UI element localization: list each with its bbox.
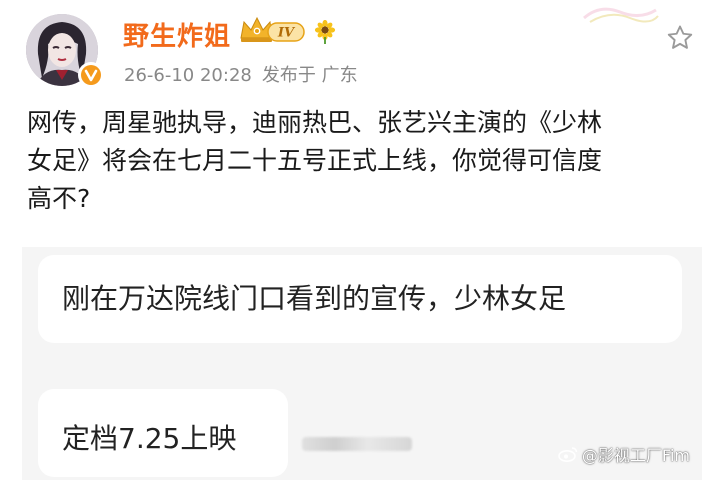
sunflower-icon bbox=[314, 20, 336, 44]
weibo-post: 野生炸姐 IV 26-6-10 20:28 发布于 广东 网传，周星驰执导，迪丽… bbox=[0, 0, 720, 480]
weibo-logo-icon bbox=[558, 447, 578, 462]
verified-badge bbox=[78, 62, 104, 88]
watermark-text: @影视工厂Fim bbox=[581, 446, 690, 465]
level-badge-label: IV bbox=[277, 26, 296, 41]
decoration-graphic bbox=[583, 7, 659, 23]
vip-level-badge-icon: IV bbox=[240, 16, 305, 42]
chat-bubble: 定档7.25上映 bbox=[38, 389, 288, 477]
post-timestamp: 26-6-10 20:28 bbox=[124, 65, 252, 86]
watermark: @影视工厂Fim bbox=[558, 442, 690, 466]
post-text-line: 高不? bbox=[27, 184, 91, 213]
post-meta: 26-6-10 20:28 发布于 广东 bbox=[124, 61, 358, 87]
author-name[interactable]: 野生炸姐 bbox=[123, 16, 231, 53]
post-text-line: 网传，周星驰执导，迪丽热巴、张艺兴主演的《少林 bbox=[27, 108, 603, 137]
embedded-screenshot[interactable]: 刚在万达院线门口看到的宣传，少林女足 定档7.25上映 @影视工厂Fim bbox=[22, 247, 702, 480]
verified-v-icon bbox=[81, 65, 101, 85]
post-text-line: 女足》将会在七月二十五号正式上线，你觉得可信度 bbox=[27, 146, 603, 175]
chat-bubble: 刚在万达院线门口看到的宣传，少林女足 bbox=[38, 255, 682, 343]
star-outline-icon bbox=[667, 25, 693, 49]
post-location: 发布于 广东 bbox=[261, 65, 358, 86]
favorite-button[interactable] bbox=[660, 18, 700, 58]
blurred-region bbox=[302, 437, 412, 451]
post-content: 网传，周星驰执导，迪丽热巴、张艺兴主演的《少林 女足》将会在七月二十五号正式上线… bbox=[27, 104, 697, 218]
